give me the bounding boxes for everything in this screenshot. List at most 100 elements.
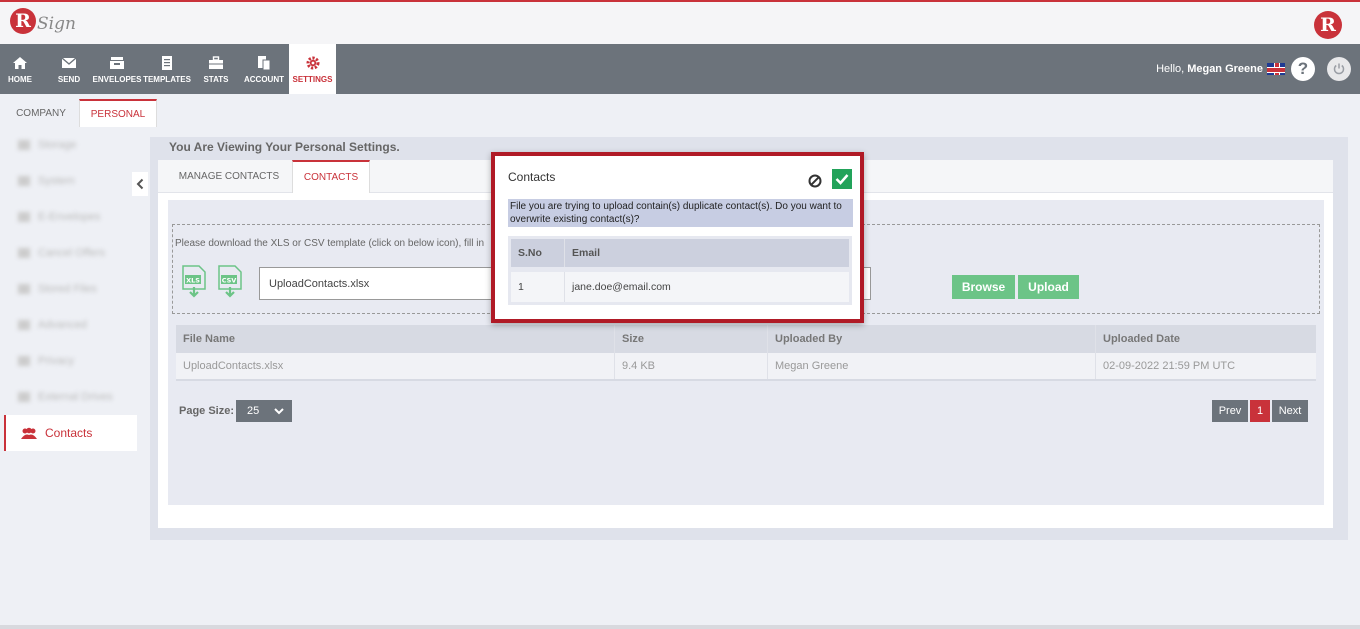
sidebar-collapse-button[interactable] <box>132 172 148 196</box>
sidebar-item-label: E-Envelopes <box>38 211 101 223</box>
table-header: S.No Email <box>511 239 849 267</box>
sidebar-item-label: Storage <box>38 139 77 151</box>
tab-manage-contacts[interactable]: MANAGE CONTACTS <box>168 160 290 193</box>
logout-button[interactable] <box>1327 57 1351 81</box>
chevron-down-icon <box>274 407 284 414</box>
tab-personal[interactable]: PERSONAL <box>79 99 157 127</box>
sidebar-item-label: Privacy <box>38 355 75 367</box>
cancel-icon <box>18 248 30 258</box>
rsign-logo[interactable]: R Sign <box>10 8 76 34</box>
envelope-icon <box>18 212 30 222</box>
sidebar-item-advanced[interactable]: Advanced <box>4 307 137 343</box>
chevron-left-icon <box>136 178 144 190</box>
file-icon <box>18 284 30 294</box>
column-serial-no: S.No <box>511 239 565 267</box>
cell-email: jane.doe@email.com <box>572 281 671 293</box>
sidebar-item-stored-files[interactable]: Stored Files <box>4 271 137 307</box>
contacts-icon <box>21 427 37 439</box>
duplicate-contacts-table: S.No Email 1 jane.doe@email.com <box>508 236 852 305</box>
sidebar-item-label: System <box>38 175 75 187</box>
duplicate-contacts-dialog: Contacts File you are trying to upload c… <box>491 152 864 323</box>
next-page-button[interactable]: Next <box>1272 400 1308 422</box>
envelope-icon <box>61 56 77 68</box>
privacy-icon <box>18 356 30 366</box>
confirm-button[interactable] <box>832 169 852 189</box>
table-row[interactable]: UploadContacts.xlsx 9.4 KB Megan Greene … <box>176 353 1316 381</box>
sidebar-item-privacy[interactable]: Privacy <box>4 343 137 379</box>
cell-size: 9.4 KB <box>615 353 768 379</box>
sidebar-item-system[interactable]: System <box>4 163 137 199</box>
nav-send[interactable]: SEND <box>50 44 88 94</box>
cancel-icon[interactable] <box>807 173 823 189</box>
dialog-message: File you are trying to upload contain(s)… <box>508 199 853 227</box>
logo-word: Sign <box>37 14 76 34</box>
column-size[interactable]: Size <box>615 325 768 353</box>
page-size-label: Page Size: <box>179 405 235 417</box>
briefcase-icon <box>209 55 223 69</box>
page-size-control: Page Size: 25 <box>179 400 293 422</box>
upload-instructions: Please download the XLS or CSV template … <box>175 238 485 249</box>
nav-stats[interactable]: STATS <box>198 44 234 94</box>
tab-company[interactable]: COMPANY <box>6 99 76 127</box>
sidebar-item-external-drives[interactable]: External Drives <box>4 379 137 415</box>
page-title: You Are Viewing Your Personal Settings. <box>169 140 400 154</box>
prev-page-button[interactable]: Prev <box>1212 400 1248 422</box>
nav-settings[interactable]: SETTINGS <box>289 44 336 94</box>
browse-button[interactable]: Browse <box>952 275 1015 299</box>
home-icon <box>13 56 27 69</box>
table-header: File Name Size Uploaded By Uploaded Date <box>176 325 1316 353</box>
svg-text:CSV: CSV <box>222 277 237 285</box>
cell-file-name: UploadContacts.xlsx <box>176 353 615 379</box>
system-icon <box>18 176 30 186</box>
column-uploaded-by[interactable]: Uploaded By <box>768 325 1096 353</box>
drive-icon <box>18 392 30 402</box>
settings-sidebar: Storage System E-Envelopes Cancel Offers… <box>4 127 137 451</box>
xls-template-icon[interactable]: XLS <box>181 265 207 299</box>
sidebar-item-cancel-offers[interactable]: Cancel Offers <box>4 235 137 271</box>
advanced-icon <box>18 320 30 330</box>
sidebar-item-label: Cancel Offers <box>38 247 106 259</box>
nav-envelopes-label: ENVELOPES <box>92 74 142 84</box>
user-name[interactable]: Megan Greene <box>1187 63 1263 75</box>
sidebar-item-contacts[interactable]: Contacts <box>4 415 137 451</box>
top-bar: R Sign R <box>0 0 1360 44</box>
nav-templates[interactable]: TEMPLATES <box>143 44 191 94</box>
page-size-select[interactable]: 25 <box>236 400 293 422</box>
storage-icon <box>18 140 30 150</box>
sidebar-item-e-envelopes[interactable]: E-Envelopes <box>4 199 137 235</box>
csv-template-icon[interactable]: CSV <box>217 265 243 299</box>
column-uploaded-date[interactable]: Uploaded Date <box>1096 325 1316 353</box>
nav-account-label: ACCOUNT <box>244 74 284 84</box>
footer-strip <box>0 625 1360 629</box>
uploaded-files-table: File Name Size Uploaded By Uploaded Date… <box>176 325 1316 381</box>
nav-send-label: SEND <box>57 74 81 84</box>
nav-stats-label: STATS <box>203 74 229 84</box>
sidebar-item-label: Contacts <box>45 426 93 440</box>
main-navbar: HOME SEND ENVELOPES TEMPLATES STATS ACCO… <box>0 44 1360 94</box>
page-1-button[interactable]: 1 <box>1250 400 1270 422</box>
gear-icon <box>306 56 319 69</box>
power-icon <box>1333 63 1345 75</box>
column-file-name[interactable]: File Name <box>176 325 615 353</box>
inbox-icon <box>110 56 124 69</box>
table-row[interactable]: 1 jane.doe@email.com <box>511 272 849 302</box>
cell-uploaded-by: Megan Greene <box>768 353 1096 379</box>
nav-templates-label: TEMPLATES <box>143 74 191 84</box>
dialog-title: Contacts <box>508 170 556 184</box>
cell-serial-no: 1 <box>511 272 565 302</box>
brand-logo-right: R <box>1314 11 1342 39</box>
tab-contacts[interactable]: CONTACTS <box>292 160 370 193</box>
cell-uploaded-date: 02-09-2022 21:59 PM UTC <box>1103 360 1236 372</box>
help-button[interactable]: ? <box>1291 57 1315 81</box>
sidebar-item-label: Stored Files <box>38 283 97 295</box>
uk-flag-icon[interactable] <box>1267 63 1285 75</box>
nav-home[interactable]: HOME <box>0 44 40 94</box>
document-icon <box>162 55 172 70</box>
checkmark-icon <box>835 174 849 185</box>
nav-account[interactable]: ACCOUNT <box>242 44 286 94</box>
sidebar-item-storage[interactable]: Storage <box>4 127 137 163</box>
page-size-value: 25 <box>247 405 260 417</box>
column-email: Email <box>572 247 601 259</box>
upload-button[interactable]: Upload <box>1018 275 1079 299</box>
nav-envelopes[interactable]: ENVELOPES <box>92 44 142 94</box>
